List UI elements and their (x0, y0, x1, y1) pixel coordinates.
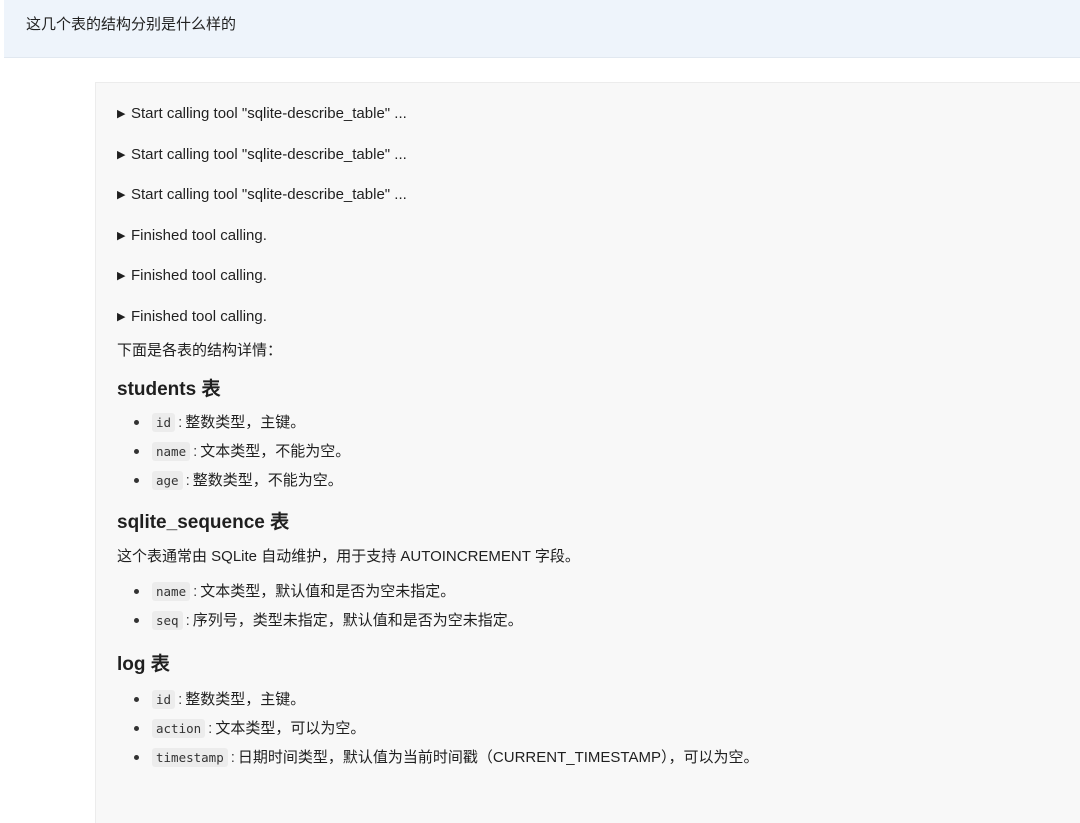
bullet-icon (134, 696, 139, 702)
tool-result-toggle[interactable]: ▶ Finished tool calling. (117, 266, 1080, 286)
section-title-sqlite-sequence: sqlite_sequence 表 (117, 511, 290, 533)
list-item: action: 文本类型，可以为空。 (117, 714, 1080, 743)
field-name: id (152, 689, 176, 709)
field-name: timestamp (152, 747, 228, 767)
field-separator: : (230, 748, 235, 766)
field-separator: : (193, 582, 198, 600)
field-list-log: id: 整数类型，主键。 action: 文本类型，可以为空。 timestamp:… (117, 685, 1080, 772)
list-item: timestamp: 日期时间类型，默认值为当前时间戳（CURRENT_TIMES… (117, 743, 1080, 772)
expand-triangle-icon: ▶ (117, 108, 126, 120)
bullet-icon (134, 617, 139, 623)
expand-triangle-icon: ▶ (117, 148, 126, 161)
field-name: action (152, 718, 206, 738)
field-name: name (152, 441, 191, 461)
expand-triangle-icon: ▶ (117, 189, 126, 201)
list-item: age: 整数类型，不能为空。 (117, 466, 1080, 495)
field-desc: 整数类型，主键。 (185, 690, 306, 708)
field-desc: 日期时间类型，默认值为当前时间戳（CURRENT_TIMESTAMP），可以为空… (237, 748, 759, 766)
field-separator: : (208, 719, 213, 737)
tool-call-label: Start calling tool "sqlite-describe_tabl… (131, 186, 407, 203)
user-message-text: 这几个表的结构分别是什么样的 (26, 16, 237, 33)
list-item: id: 整数类型，主键。 (117, 685, 1080, 714)
list-item: name: 文本类型，默认值和是否为空未指定。 (117, 577, 1080, 606)
field-list-sqlite-sequence: name: 文本类型，默认值和是否为空未指定。 seq: 序列号，类型未指定，默认值… (117, 577, 1080, 635)
list-item: name: 文本类型，不能为空。 (117, 437, 1080, 466)
section-description: 这个表通常由 SQLite 自动维护，用于支持 AUTOINCREMENT 字段… (117, 547, 580, 565)
bullet-icon (134, 448, 139, 454)
tool-result-label: Finished tool calling. (131, 307, 267, 325)
bullet-icon (134, 419, 139, 425)
field-separator: : (185, 471, 190, 489)
section-title-log: log 表 (117, 653, 170, 675)
tool-call-toggle[interactable]: ▶ Start calling tool "sqlite-describe_tab… (117, 185, 1080, 205)
section-title-students: students 表 (117, 378, 221, 400)
field-list-students: id: 整数类型，主键。 name: 文本类型，不能为空。 age: 整数类型，不能为… (117, 408, 1080, 495)
bullet-icon (134, 725, 139, 731)
bullet-icon (134, 754, 139, 760)
expand-triangle-icon: ▶ (117, 270, 126, 282)
tool-call-label: Start calling tool "sqlite-describe_tabl… (131, 145, 407, 163)
field-separator: : (178, 690, 183, 708)
field-desc: 文本类型，默认值和是否为空未指定。 (200, 582, 456, 600)
expand-triangle-icon: ▶ (117, 229, 126, 242)
bullet-icon (134, 477, 139, 483)
tool-call-toggle[interactable]: ▶ Start calling tool "sqlite-describe_tab… (117, 104, 1080, 124)
tool-result-toggle[interactable]: ▶ Finished tool calling. (117, 307, 1080, 327)
tool-call-toggle[interactable]: ▶ Start calling tool "sqlite-describe_tab… (117, 145, 1080, 165)
field-desc: 文本类型，不能为空。 (200, 442, 351, 460)
assistant-message: ▶ Start calling tool "sqlite-describe_tab… (95, 82, 1080, 823)
tool-result-label: Finished tool calling. (131, 226, 267, 244)
assistant-content: ▶ Start calling tool "sqlite-describe_tab… (117, 104, 1080, 790)
tool-result-label: Finished tool calling. (131, 267, 267, 284)
list-item: seq: 序列号，类型未指定，默认值和是否为空未指定。 (117, 606, 1080, 635)
tool-result-toggle[interactable]: ▶ Finished tool calling. (117, 226, 1080, 246)
field-name: id (152, 412, 176, 432)
field-desc: 序列号，类型未指定，默认值和是否为空未指定。 (192, 611, 523, 629)
bullet-icon (134, 588, 139, 594)
field-name: seq (152, 610, 183, 630)
expand-triangle-icon: ▶ (117, 310, 126, 323)
tool-call-label: Start calling tool "sqlite-describe_tabl… (131, 105, 407, 122)
user-message-bubble: 这几个表的结构分别是什么样的 (4, 0, 1080, 58)
list-item: id: 整数类型，主键。 (117, 408, 1080, 437)
field-desc: 整数类型，主键。 (185, 413, 306, 431)
field-desc: 文本类型，可以为空。 (215, 719, 366, 737)
field-separator: : (193, 442, 198, 460)
field-desc: 整数类型，不能为空。 (192, 471, 343, 489)
field-separator: : (185, 611, 190, 629)
field-separator: : (178, 413, 183, 431)
field-name: age (152, 470, 183, 490)
intro-text: 下面是各表的结构详情： (117, 341, 283, 359)
field-name: name (152, 581, 191, 601)
